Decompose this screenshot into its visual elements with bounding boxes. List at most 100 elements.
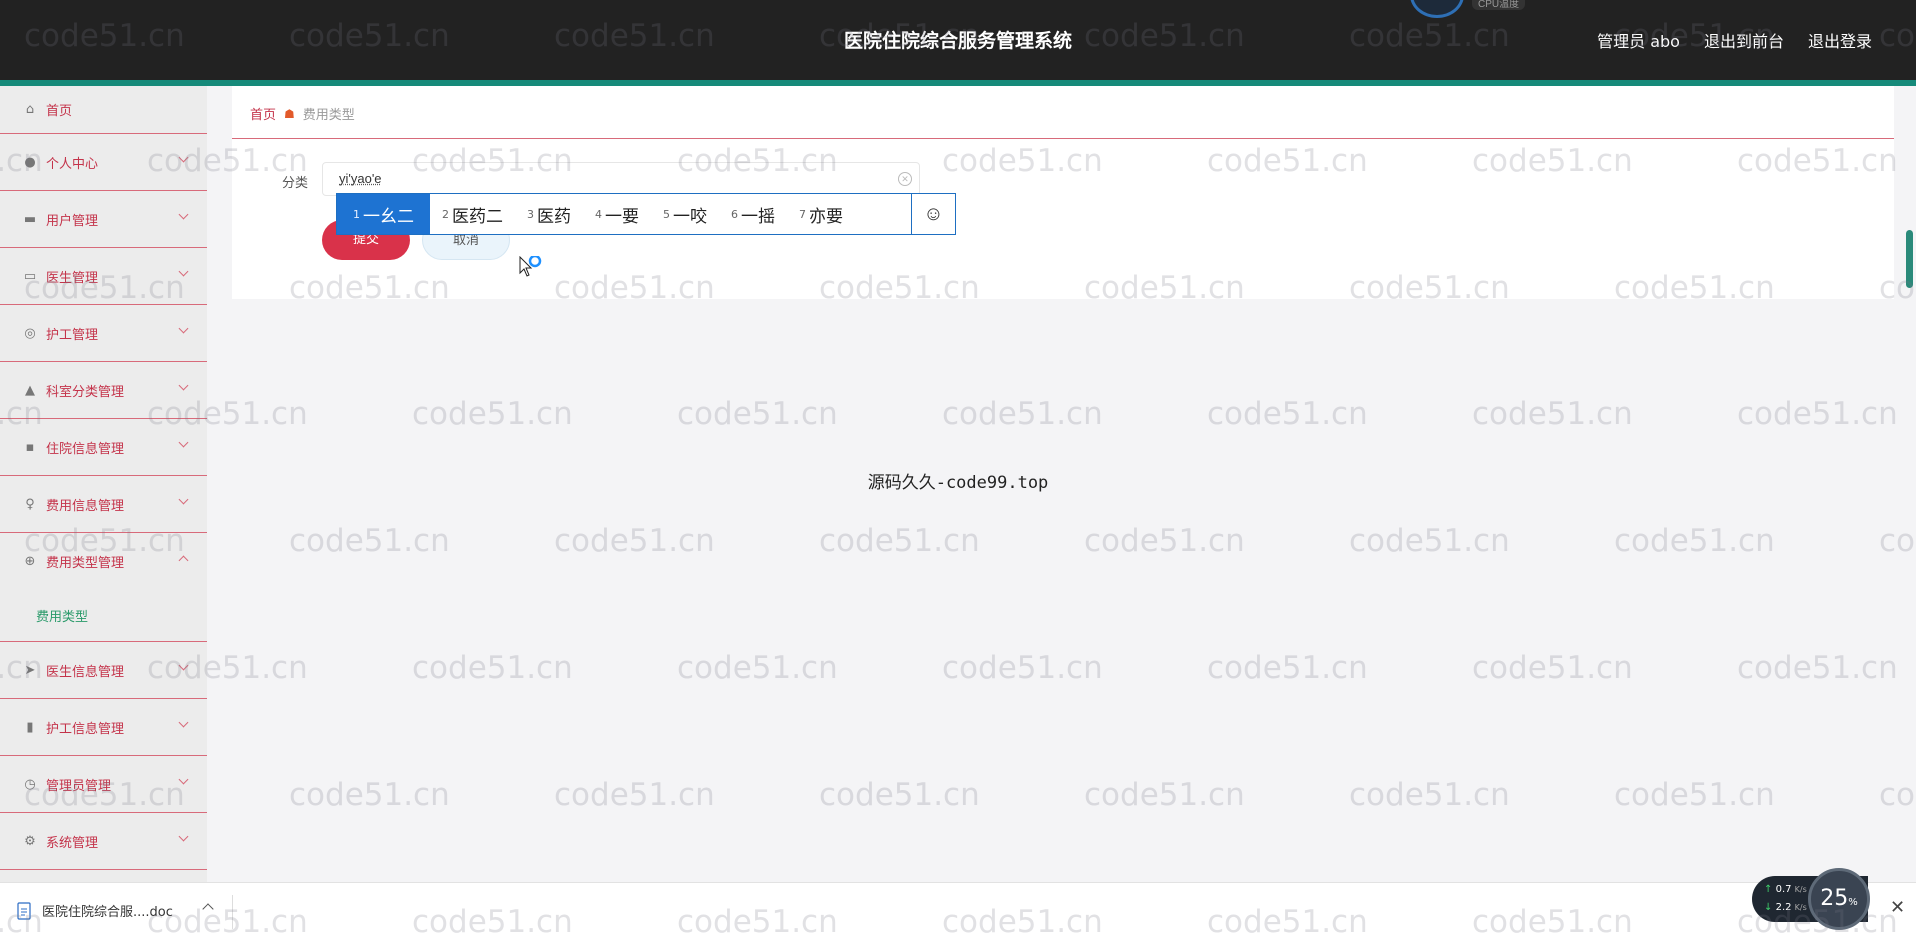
ime-candidate-text: 亦要 xyxy=(809,206,843,227)
header-links: 管理员 abo 退出到前台 退出登录 xyxy=(1597,28,1872,52)
watermark-text: code51.cn xyxy=(1472,396,1633,432)
chat-icon: ▪ xyxy=(25,439,35,455)
sidebar-item-caregiver-info-management[interactable]: ▮ 护工信息管理 xyxy=(0,699,207,756)
breadcrumb-home[interactable]: 首页 xyxy=(250,104,276,123)
sidebar-item-label: 护工信息管理 xyxy=(46,721,125,737)
sidebar-item-label: 管理员管理 xyxy=(46,778,112,794)
ime-candidate-text: 一摇 xyxy=(741,206,775,227)
download-speed: ↓ 2.2 K/s xyxy=(1764,902,1807,913)
clock-icon: ◷ xyxy=(24,776,36,792)
chevron-down-icon xyxy=(178,209,189,220)
ime-candidate[interactable]: 1 一幺二 xyxy=(337,194,430,234)
chevron-up-icon[interactable] xyxy=(202,903,214,915)
ime-candidate-text: 一要 xyxy=(605,206,639,227)
settings-icon: ⚙ xyxy=(24,833,36,849)
ime-candidate[interactable]: 7 亦要 xyxy=(787,194,855,234)
center-watermark: 源码久久-code99.top xyxy=(867,473,1049,493)
sidebar-item-home[interactable]: ⌂ 首页 xyxy=(0,86,207,134)
watermark-text: code51.cn xyxy=(1614,777,1775,813)
usage-percent: 25 xyxy=(1820,886,1849,911)
chevron-down-icon xyxy=(178,717,189,728)
chevron-up-icon xyxy=(178,555,189,566)
user-icon: ● xyxy=(24,154,36,170)
document-icon xyxy=(17,901,31,920)
sidebar-item-label: 护工管理 xyxy=(46,327,99,343)
usage-percent-unit: % xyxy=(1848,897,1858,908)
sidebar-item-doctor-management[interactable]: ▭ 医生管理 xyxy=(0,248,207,305)
sidebar-item-label: 科室分类管理 xyxy=(46,384,125,400)
watermark-text: code51.cn xyxy=(1207,650,1368,686)
sidebar-item-label: 住院信息管理 xyxy=(46,441,125,457)
ime-candidate[interactable]: 3 医药 xyxy=(515,194,583,234)
watermark-text: code51.cn xyxy=(1084,777,1245,813)
smiley-icon[interactable]: ☺ xyxy=(911,194,955,234)
category-input[interactable]: yi'yao'e xyxy=(322,162,920,196)
ime-candidate[interactable]: 2 医药二 xyxy=(430,194,515,234)
watermark-text: code51.cn xyxy=(412,396,573,432)
sidebar-item-personal-center[interactable]: ● 个人中心 xyxy=(0,134,207,191)
ime-candidate-number: 3 xyxy=(527,207,534,221)
sidebar-subitem-fee-type[interactable]: 费用类型 xyxy=(0,590,207,642)
sidebar-item-doctor-info-management[interactable]: ➤ 医生信息管理 xyxy=(0,642,207,699)
watermark-text: code51.cn xyxy=(1737,650,1898,686)
ime-candidate-number: 1 xyxy=(353,207,360,221)
divider xyxy=(232,895,233,929)
watermark-text: code51.cn xyxy=(554,777,715,813)
ime-candidate-number: 5 xyxy=(663,207,670,221)
sidebar-item-user-management[interactable]: ▬ 用户管理 xyxy=(0,191,207,248)
chevron-down-icon xyxy=(178,774,189,785)
cpu-gauge-icon xyxy=(1410,0,1464,18)
watermark-text: code51.cn xyxy=(289,777,450,813)
current-user[interactable]: 管理员 abo xyxy=(1597,28,1680,52)
sidebar-item-caregiver-management[interactable]: ◎ 护工管理 xyxy=(0,305,207,362)
scrollbar[interactable] xyxy=(1906,230,1913,288)
ime-candidate[interactable]: 4 一要 xyxy=(583,194,651,234)
ime-candidate-number: 7 xyxy=(799,207,806,221)
ime-candidate-text: 一幺二 xyxy=(363,206,414,227)
send-icon: ➤ xyxy=(24,662,36,678)
sidebar-item-system-management[interactable]: ⚙ 系统管理 xyxy=(0,813,207,870)
sidebar-item-department-management[interactable]: ▲ 科室分类管理 xyxy=(0,362,207,419)
watermark-text: code51.cn xyxy=(819,777,980,813)
sidebar-item-fee-type-management[interactable]: ⊕ 费用类型管理 xyxy=(0,533,207,590)
front-link[interactable]: 退出到前台 xyxy=(1704,28,1784,52)
watermark-text: code51.cn xyxy=(1879,777,1916,813)
close-icon[interactable]: ✕ xyxy=(1890,897,1905,918)
ime-candidate[interactable]: 6 一摇 xyxy=(719,194,787,234)
watermark-text: code51.cn xyxy=(554,523,715,559)
ime-candidate-number: 6 xyxy=(731,207,738,221)
breadcrumb-current: 费用类型 xyxy=(302,108,355,123)
watermark-text: code51.cn xyxy=(1472,650,1633,686)
download-item[interactable]: 医院住院综合服....doc xyxy=(16,901,173,920)
ime-candidate-number: 2 xyxy=(442,207,449,221)
sidebar-item-label: 首页 xyxy=(46,104,73,119)
sidebar-item-admin-management[interactable]: ◷ 管理员管理 xyxy=(0,756,207,813)
sidebar-item-label: 个人中心 xyxy=(46,156,99,172)
mic-icon: ♀ xyxy=(25,496,35,512)
watermark-text: code51.cn xyxy=(1349,523,1510,559)
watermark-text: code51.cn xyxy=(1349,777,1510,813)
watermark-text: code51.cn xyxy=(677,396,838,432)
top-header: CPU温度 医院住院综合服务管理系统 管理员 abo 退出到前台 退出登录 xyxy=(0,0,1916,80)
sidebar-item-label: 医生信息管理 xyxy=(46,664,125,680)
clear-icon[interactable]: ✕ xyxy=(898,172,912,186)
sidebar-item-label: 系统管理 xyxy=(46,835,99,851)
ime-candidate[interactable]: 5 一咬 xyxy=(651,194,719,234)
watermark-text: code51.cn xyxy=(1737,396,1898,432)
chevron-down-icon xyxy=(178,660,189,671)
chevron-down-icon xyxy=(178,494,189,505)
bar-chart-icon: ▮ xyxy=(26,719,34,735)
watermark-text: code51.cn xyxy=(1084,523,1245,559)
ime-candidate-text: 医药 xyxy=(537,206,571,227)
watermark-text: code51.cn xyxy=(1614,523,1775,559)
ime-candidate-text: 医药二 xyxy=(452,206,503,227)
house-icon: ☗ xyxy=(284,106,295,121)
gauge-icon: ◎ xyxy=(24,325,36,341)
person-icon: ▲ xyxy=(25,382,35,398)
logout-link[interactable]: 退出登录 xyxy=(1808,28,1872,52)
busy-cursor-icon xyxy=(518,254,544,287)
watermark-text: code51.cn xyxy=(677,650,838,686)
watermark-text: code51.cn xyxy=(1207,396,1368,432)
breadcrumb: 首页 ☗ 费用类型 xyxy=(250,104,355,124)
sidebar-item-label: 费用信息管理 xyxy=(46,498,125,514)
